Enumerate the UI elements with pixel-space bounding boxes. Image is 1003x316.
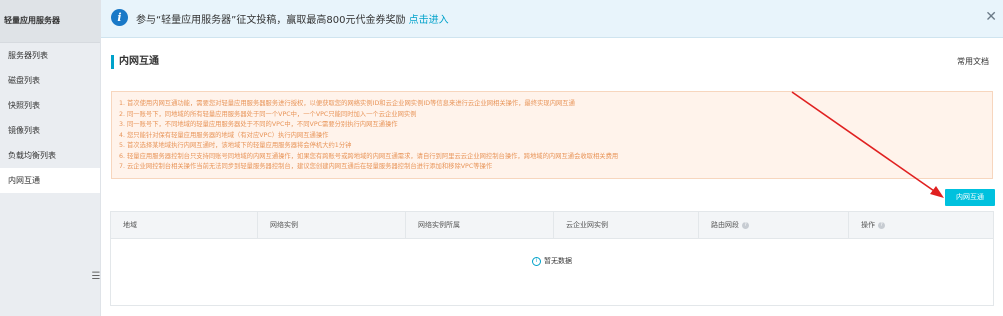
column-header-cen-instance: 云企业网实例 bbox=[554, 212, 699, 238]
banner-text: 参与“轻量应用服务器”征文投稿，赢取最高800元代金券奖励 bbox=[136, 15, 406, 26]
page-title: 内网互通 bbox=[119, 56, 159, 67]
empty-text: 暂无数据 bbox=[544, 257, 572, 265]
sidebar-item-disk-list[interactable]: 磁盘列表 bbox=[0, 68, 100, 93]
close-icon[interactable]: ✕ bbox=[985, 9, 997, 25]
sidebar-item-server-list[interactable]: 服务器列表 bbox=[0, 43, 100, 68]
column-header-actions: 操作? bbox=[849, 212, 993, 238]
column-label: 地域 bbox=[123, 221, 137, 229]
notification-banner: i 参与“轻量应用服务器”征文投稿，赢取最高800元代金券奖励 点击进入 ✕ bbox=[101, 0, 1003, 38]
empty-state: i 暂无数据 bbox=[111, 256, 993, 266]
column-header-route-cidr: 路由网段? bbox=[699, 212, 849, 238]
sidebar-item-snapshot-list[interactable]: 快照列表 bbox=[0, 93, 100, 118]
sidebar-item-image-list[interactable]: 镜像列表 bbox=[0, 118, 100, 143]
column-label: 网络实例所属 bbox=[418, 221, 460, 229]
notice-line: 6. 轻量应用服务器控制台只支持同账号同地域的内网互通操作，如果您有跨账号或跨地… bbox=[119, 152, 619, 160]
hamburger-icon[interactable]: ☰ bbox=[91, 270, 101, 284]
help-icon[interactable]: ? bbox=[878, 221, 885, 229]
notice-box: 1. 首次使用内网互通功能，需要您对轻量应用服务器服务进行授权，以便获取您的网络… bbox=[111, 91, 993, 179]
intranet-interconnect-button[interactable]: 内网互通 bbox=[945, 189, 995, 206]
column-header-instance-owner: 网络实例所属 bbox=[406, 212, 554, 238]
info-icon: i bbox=[532, 256, 541, 266]
sidebar-item-load-balancer-list[interactable]: 负载均衡列表 bbox=[0, 143, 100, 168]
column-label: 云企业网实例 bbox=[566, 221, 608, 229]
column-header-network-instance: 网络实例 bbox=[258, 212, 406, 238]
notice-line: 4. 您只能针对保有轻量应用服务器的地域（有对应VPC）执行内网互通操作 bbox=[119, 131, 329, 139]
common-docs-link[interactable]: 常用文档 bbox=[957, 56, 989, 67]
sidebar-title: 轻量应用服务器 bbox=[0, 0, 100, 43]
sidebar-item-intranet-interconnect[interactable]: 内网互通 bbox=[0, 168, 100, 193]
notice-line: 5. 首次选择某地域执行内网互通时，该地域下的轻量应用服务器将会停机大约1分钟 bbox=[119, 142, 352, 149]
sidebar: 轻量应用服务器 服务器列表 磁盘列表 快照列表 镜像列表 负载均衡列表 内网互通… bbox=[0, 0, 101, 316]
notice-line: 2. 同一账号下，同地域的所有轻量应用服务器处于同一个VPC中，一个VPC只能同… bbox=[119, 110, 417, 118]
notice-line: 7. 云企业网控制台相关操作当前无法同步到轻量服务器控制台，建议您创建内网互通后… bbox=[119, 163, 493, 170]
column-label: 操作 bbox=[861, 221, 875, 229]
help-icon[interactable]: ? bbox=[742, 221, 749, 229]
page-header: 内网互通 bbox=[111, 55, 159, 69]
banner-link[interactable]: 点击进入 bbox=[409, 15, 449, 26]
column-header-region: 地域 bbox=[111, 212, 258, 238]
info-icon: i bbox=[111, 9, 128, 26]
table-header: 地域 网络实例 网络实例所属 云企业网实例 路由网段? 操作? bbox=[111, 212, 993, 239]
notice-line: 1. 首次使用内网互通功能，需要您对轻量应用服务器服务进行授权，以便获取您的网络… bbox=[119, 100, 575, 107]
banner-message: 参与“轻量应用服务器”征文投稿，赢取最高800元代金券奖励 点击进入 bbox=[136, 11, 449, 26]
column-label: 网络实例 bbox=[270, 221, 298, 229]
column-label: 路由网段 bbox=[711, 221, 739, 229]
main-panel: 内网互通 常用文档 1. 首次使用内网互通功能，需要您对轻量应用服务器服务进行授… bbox=[101, 38, 1003, 316]
notice-line: 3. 同一账号下，不同地域的轻量应用服务器处于不同的VPC中，不同VPC需要分别… bbox=[119, 121, 398, 128]
data-table: 地域 网络实例 网络实例所属 云企业网实例 路由网段? 操作? i 暂无数据 bbox=[110, 211, 994, 306]
